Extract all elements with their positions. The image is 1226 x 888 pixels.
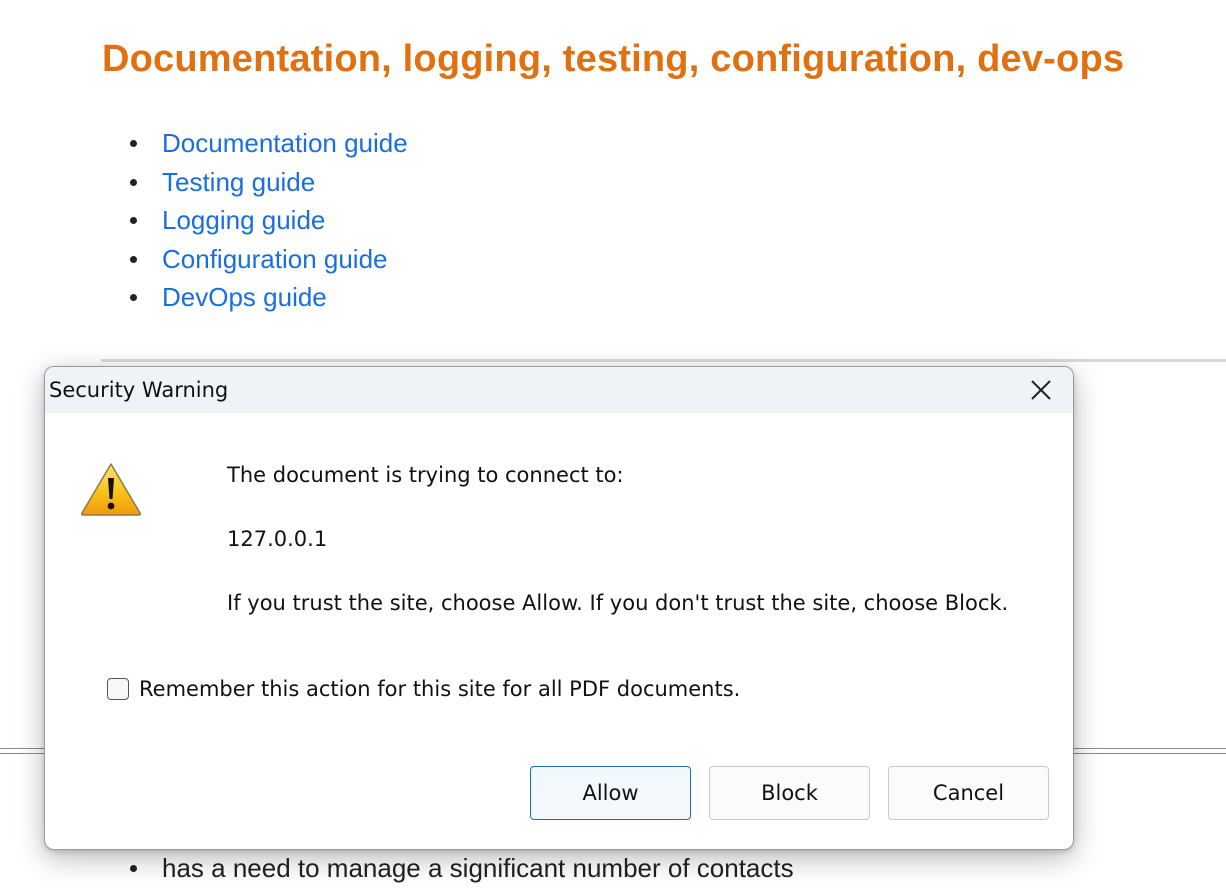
link-devops-guide[interactable]: DevOps guide <box>162 282 327 312</box>
bullet-icon <box>130 140 137 147</box>
bullet-icon <box>130 255 137 263</box>
page: Documentation, logging, testing, configu… <box>0 0 1226 888</box>
list-item: Testing guide <box>130 163 408 202</box>
link-logging-guide[interactable]: Logging guide <box>162 205 325 235</box>
remember-checkbox-row[interactable]: Remember this action for this site for a… <box>107 677 740 701</box>
list-item: Documentation guide <box>130 124 408 163</box>
remember-label: Remember this action for this site for a… <box>139 677 741 701</box>
cancel-button[interactable]: Cancel <box>888 766 1049 820</box>
bullet-icon <box>130 217 137 224</box>
close-icon <box>1031 380 1051 400</box>
remember-checkbox[interactable] <box>107 678 129 700</box>
warning-triangle-icon <box>80 463 142 516</box>
allow-button[interactable]: Allow <box>530 766 691 820</box>
section-heading: Documentation, logging, testing, configu… <box>102 38 1125 80</box>
link-documentation-guide[interactable]: Documentation guide <box>162 128 408 158</box>
bullet-icon <box>130 865 137 872</box>
dialog-titlebar[interactable]: Security Warning <box>45 367 1073 413</box>
dialog-message: The document is trying to connect to: <box>227 463 624 487</box>
list-item: Logging guide <box>130 201 408 240</box>
security-warning-dialog: Security Warning The document is trying <box>44 366 1074 850</box>
link-configuration-guide[interactable]: Configuration guide <box>162 244 388 274</box>
dialog-host: 127.0.0.1 <box>227 527 328 551</box>
guide-list: Documentation guide Testing guide Loggin… <box>130 124 408 317</box>
list-item-text: has a need to manage a significant numbe… <box>162 853 794 883</box>
link-testing-guide[interactable]: Testing guide <box>162 167 315 197</box>
bullet-icon <box>130 178 137 186</box>
bullet-icon <box>130 294 137 301</box>
list-item: Configuration guide <box>130 240 408 279</box>
dialog-title: Security Warning <box>49 378 229 402</box>
list-item: DevOps guide <box>130 278 408 317</box>
dialog-advice: If you trust the site, choose Allow. If … <box>227 591 1009 615</box>
divider <box>101 359 1226 362</box>
list-item: has a need to manage a significant numbe… <box>130 850 794 886</box>
block-button[interactable]: Block <box>709 766 870 820</box>
close-button[interactable] <box>1027 376 1055 404</box>
